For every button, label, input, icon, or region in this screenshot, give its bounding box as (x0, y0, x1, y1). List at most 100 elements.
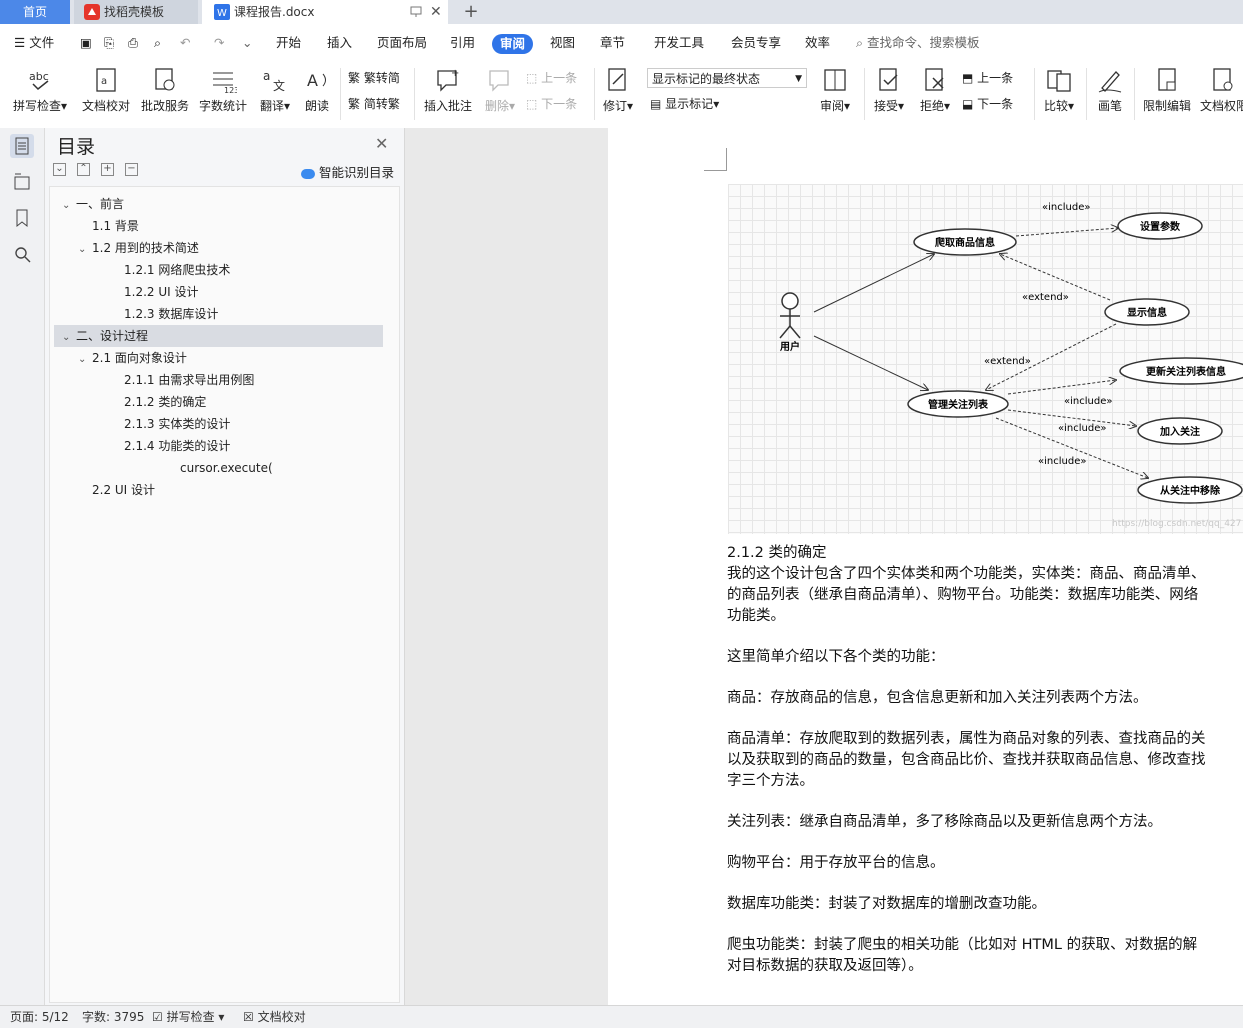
spellcheck-status[interactable]: ☑ 拼写检查 ▾ (152, 1006, 224, 1028)
export-icon[interactable]: ⎘ (104, 24, 114, 62)
toc-item[interactable]: cursor.execute( (54, 457, 383, 479)
close-icon[interactable]: ✕ (430, 0, 442, 24)
review-pane-button[interactable]: 审阅▾ (816, 66, 854, 114)
undo-icon[interactable]: ↶ (180, 24, 190, 62)
paragraph-line: 爬虫功能类：封装了爬虫的相关功能（比如对 HTML 的获取、对数据的解 (727, 937, 1198, 953)
toc-item[interactable]: 1.1 背景 (54, 215, 383, 237)
proof-status[interactable]: ☒ 文档校对 (243, 1006, 306, 1028)
correction-button[interactable]: 批改服务 (140, 66, 190, 114)
page-indicator[interactable]: 页面: 5/12 (10, 1006, 69, 1028)
read-aloud-button[interactable]: A 朗读 (300, 66, 334, 114)
preview-icon[interactable]: ⌕ (154, 24, 161, 62)
usecase-update-label: 更新关注列表信息 (1146, 365, 1226, 378)
collapse-all-icon[interactable]: ⌄ (53, 163, 66, 176)
word-count-indicator[interactable]: 字数: 3795 (82, 1006, 144, 1028)
docer-logo-icon (84, 4, 100, 20)
menu-start[interactable]: 开始 (276, 24, 301, 62)
accept-button[interactable]: 接受▾ (870, 66, 908, 114)
show-markup-button[interactable]: ▤ 显示标记▾ (650, 94, 719, 114)
file-menu[interactable]: ☰ 文件 (14, 24, 54, 62)
doc-rights-button[interactable]: 文档权限 (1200, 66, 1243, 114)
menu-insert[interactable]: 插入 (327, 24, 352, 62)
toc-item[interactable]: 1.2.2 UI 设计 (54, 281, 383, 303)
menu-review[interactable]: 审阅 (492, 34, 534, 54)
actor-label: 用户 (779, 340, 800, 353)
toc-item-content: cursor.execute( (54, 461, 273, 475)
new-tab-button[interactable]: + (458, 0, 484, 24)
toc-item[interactable]: 2.1.1 由需求导出用例图 (54, 369, 383, 391)
toc-icon[interactable] (10, 134, 34, 158)
menu-chapter[interactable]: 章节 (600, 24, 625, 62)
toc-item[interactable]: 1.2.1 网络爬虫技术 (54, 259, 383, 281)
redo-icon[interactable]: ↷ (214, 24, 224, 62)
next-comment-button[interactable]: ⬚ 下一条 (526, 94, 577, 114)
menu-efficiency[interactable]: 效率 (805, 24, 830, 62)
smart-toc-button[interactable]: 智能识别目录 (301, 162, 394, 181)
toc-item[interactable]: ⌄ 二、设计过程 (54, 325, 383, 347)
print-icon[interactable]: ⎙ (128, 24, 138, 62)
chapter-nav-icon[interactable] (10, 170, 34, 194)
trad-to-simp-button[interactable]: 繁 繁转简 (348, 68, 400, 88)
bookmark-icon[interactable] (10, 206, 34, 230)
document-page[interactable]: 用户 «include» «extend» «extend» «include»… (608, 128, 1243, 1005)
translate-icon: a文 (263, 69, 285, 93)
toc-item-label: 一、前言 (76, 197, 125, 211)
pen-button[interactable]: 画笔 (1092, 66, 1128, 114)
translate-button[interactable]: a文 翻译▾ (256, 66, 294, 114)
toc-item-content: 2.1.1 由需求导出用例图 (54, 373, 254, 387)
toc-item-content: 1.2.3 数据库设计 (54, 307, 218, 321)
chevron-down-icon[interactable]: ⌄ (62, 327, 76, 349)
menu-member[interactable]: 会员专享 (731, 24, 781, 62)
restrict-edit-button[interactable]: 限制编辑 (1140, 66, 1194, 114)
chevron-down-icon[interactable]: ⌄ (78, 349, 92, 371)
toc-item[interactable]: 1.2.3 数据库设计 (54, 303, 383, 325)
expand-all-icon[interactable]: ⌃ (77, 163, 90, 176)
compare-button[interactable]: 比较▾ (1040, 66, 1078, 114)
menu-layout[interactable]: 页面布局 (377, 24, 427, 62)
ribbon-separator (1134, 68, 1135, 120)
remove-heading-icon[interactable]: − (125, 163, 138, 176)
track-state-select[interactable]: 显示标记的最终状态 ▼ (647, 68, 807, 88)
prev-comment-button[interactable]: ⬚ 上一条 (526, 68, 577, 88)
tab-template-label: 找稻壳模板 (104, 5, 165, 19)
insert-comment-button[interactable]: + 插入批注 (422, 66, 474, 114)
spellcheck-button[interactable]: abc 拼写检查▾ (12, 66, 68, 114)
read-aloud-icon: A (307, 71, 326, 90)
word-doc-icon: W (214, 4, 230, 20)
word-count-button[interactable]: 123 字数统计 (198, 66, 248, 114)
chevron-down-icon[interactable]: ⌄ (78, 239, 92, 261)
document-body[interactable]: 2.1.2 类的确定 我的这个设计包含了四个实体类和两个功能类，实体类：商品、商… (727, 543, 1243, 977)
prev-change-button[interactable]: ⬒ 上一条 (962, 68, 1013, 88)
next-change-label: 下一条 (977, 97, 1014, 111)
save-icon[interactable]: ▣ (80, 24, 92, 62)
command-search[interactable]: ⌕ 查找命令、搜索模板 (856, 24, 980, 62)
toc-item[interactable]: 2.1.4 功能类的设计 (54, 435, 383, 457)
delete-comment-button[interactable]: 删除▾ (482, 66, 518, 114)
close-icon[interactable]: ✕ (375, 134, 388, 153)
toc-item[interactable]: 2.1.3 实体类的设计 (54, 413, 383, 435)
revise-button[interactable]: 修订▾ (600, 66, 636, 114)
menu-devtools[interactable]: 开发工具 (654, 24, 704, 62)
chevron-down-icon[interactable]: ⌄ (62, 195, 76, 217)
smart-toc-label: 智能识别目录 (318, 165, 394, 180)
prev-change-label: 上一条 (977, 71, 1014, 85)
chevron-down-icon[interactable]: ⌄ (242, 24, 252, 62)
toc-item[interactable]: 2.2 UI 设计 (54, 479, 383, 501)
add-heading-icon[interactable]: + (101, 163, 114, 176)
toc-item[interactable]: ⌄ 一、前言 (54, 193, 383, 215)
simp-to-trad-button[interactable]: 繁 简转繁 (348, 94, 400, 114)
doc-proof-button[interactable]: a 文档校对 (80, 66, 132, 114)
reject-button[interactable]: 拒绝▾ (916, 66, 954, 114)
tab-template[interactable]: 找稻壳模板 (74, 0, 198, 24)
menu-view[interactable]: 视图 (550, 24, 575, 62)
next-change-button[interactable]: ⬓ 下一条 (962, 94, 1013, 114)
toc-item[interactable]: 2.1.2 类的确定 (54, 391, 383, 413)
toc-item[interactable]: ⌄ 2.1 面向对象设计 (54, 347, 383, 369)
tab-home[interactable]: 首页 (0, 0, 70, 24)
usecase-show-label: 显示信息 (1127, 306, 1167, 319)
toc-item[interactable]: ⌄ 1.2 用到的技术简述 (54, 237, 383, 259)
menu-reference[interactable]: 引用 (450, 24, 475, 62)
search-icon[interactable] (10, 242, 34, 266)
monitor-icon[interactable] (410, 6, 422, 18)
tab-document[interactable]: W 课程报告.docx ✕ (202, 0, 448, 24)
